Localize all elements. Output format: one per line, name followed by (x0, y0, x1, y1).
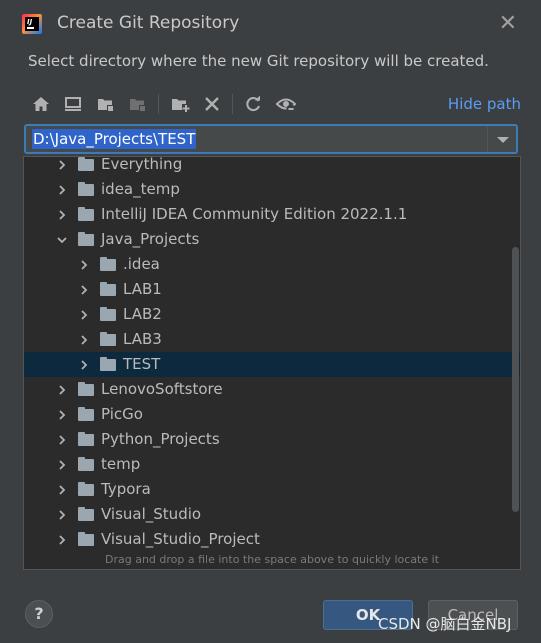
tree-row[interactable]: Visual_Studio_Project (24, 527, 520, 552)
chevron-right-icon[interactable] (77, 258, 91, 272)
hide-path-link[interactable]: Hide path (448, 95, 521, 113)
folder-icon (78, 532, 94, 546)
path-selected-text: D:\Java_Projects\TEST (32, 129, 197, 149)
chevron-right-icon[interactable] (55, 533, 69, 547)
tree-row-label: Typora (101, 480, 151, 498)
tree-row[interactable]: Python_Projects (24, 427, 520, 452)
tree-row[interactable]: PicGo (24, 402, 520, 427)
chevron-right-icon[interactable] (55, 408, 69, 422)
tree-row[interactable]: LAB2 (24, 302, 520, 327)
chevron-right-icon[interactable] (55, 208, 69, 222)
refresh-icon[interactable] (242, 93, 264, 115)
tree-row-label: Visual_Studio (101, 505, 202, 523)
path-combobox[interactable]: D:\Java_Projects\TEST (24, 124, 518, 154)
toolbar-separator (232, 94, 233, 114)
csdn-watermark: CSDN @脑白金NBJ (378, 615, 512, 633)
tree-row-label: TEST (123, 355, 161, 373)
chevron-right-icon[interactable] (55, 458, 69, 472)
tree-row[interactable]: TEST (24, 352, 520, 377)
folder-icon (78, 407, 94, 421)
tree-row[interactable]: IntelliJ IDEA Community Edition 2022.1.1 (24, 202, 520, 227)
chevron-right-icon[interactable] (77, 333, 91, 347)
chevron-right-icon[interactable] (77, 283, 91, 297)
folder-icon (100, 357, 116, 371)
new-folder-icon[interactable] (169, 93, 191, 115)
tree-row-label: LAB2 (123, 305, 162, 323)
folder-icon (100, 332, 116, 346)
tree-row-label: idea_temp (101, 180, 180, 198)
tree-row-label: IntelliJ IDEA Community Edition 2022.1.1 (101, 205, 408, 223)
tree-row[interactable]: temp (24, 452, 520, 477)
folder-icon (78, 207, 94, 221)
folder-icon (78, 157, 94, 171)
chevron-right-icon[interactable] (55, 183, 69, 197)
chevron-right-icon[interactable] (55, 508, 69, 522)
tree-row-label: temp (101, 455, 141, 473)
tree-scrollbar[interactable] (512, 247, 519, 512)
tree-row[interactable]: LenovoSoftstore (24, 377, 520, 402)
tree-row-label: PicGo (101, 405, 143, 423)
show-hidden-icon[interactable] (275, 93, 297, 115)
desktop-icon[interactable] (62, 93, 84, 115)
chevron-right-icon[interactable] (77, 358, 91, 372)
toolbar-separator (158, 94, 159, 114)
title-bar: IJ Create Git Repository ✕ (0, 0, 541, 46)
close-icon[interactable]: ✕ (499, 11, 517, 36)
tree-row[interactable]: LAB1 (24, 277, 520, 302)
intellij-app-icon: IJ (22, 14, 42, 34)
tree-row[interactable]: Visual_Studio (24, 502, 520, 527)
tree-row-label: LAB3 (123, 330, 162, 348)
folder-icon (100, 307, 116, 321)
folder-icon (78, 507, 94, 521)
tree-row-label: Visual_Studio_Project (101, 530, 260, 548)
folder-icon (78, 432, 94, 446)
folder-icon (78, 382, 94, 396)
tree-row-label: Everything (101, 156, 183, 173)
tree-row-label: Java_Projects (101, 230, 200, 248)
folder-icon (100, 257, 116, 271)
module-folder-icon[interactable] (127, 93, 149, 115)
chevron-down-icon[interactable] (55, 233, 69, 247)
tree-row-label: LAB1 (123, 280, 162, 298)
folder-icon (78, 457, 94, 471)
tree-row[interactable]: idea_temp (24, 177, 520, 202)
tree-row[interactable]: LAB3 (24, 327, 520, 352)
chevron-down-icon (497, 137, 509, 143)
tree-row-label: .idea (123, 255, 160, 273)
folder-icon (78, 482, 94, 496)
path-history-dropdown[interactable] (487, 126, 516, 152)
dialog-title: Create Git Repository (57, 13, 240, 33)
dialog-description: Select directory where the new Git repos… (28, 52, 489, 70)
chevron-right-icon[interactable] (55, 383, 69, 397)
directory-tree[interactable]: Everything idea_temp IntelliJ IDEA Communi… (23, 156, 521, 570)
folder-icon (78, 182, 94, 196)
tree-row-label: LenovoSoftstore (101, 380, 223, 398)
home-icon[interactable] (30, 93, 52, 115)
file-chooser-toolbar: Hide path (24, 91, 521, 117)
drag-drop-hint: Drag and drop a file into the space abov… (24, 553, 520, 569)
folder-icon (78, 232, 94, 246)
project-folder-icon[interactable] (95, 93, 117, 115)
tree-row[interactable]: Typora (24, 477, 520, 502)
chevron-right-icon[interactable] (55, 483, 69, 497)
chevron-right-icon[interactable] (55, 158, 69, 172)
delete-icon[interactable] (201, 93, 223, 115)
tree-row[interactable]: .idea (24, 252, 520, 277)
chevron-right-icon[interactable] (55, 433, 69, 447)
folder-icon (100, 282, 116, 296)
tree-row[interactable]: Java_Projects (24, 227, 520, 252)
tree-row-label: Python_Projects (101, 430, 220, 448)
help-button[interactable]: ? (25, 600, 53, 628)
tree-row[interactable]: Everything (24, 156, 520, 177)
chevron-right-icon[interactable] (77, 308, 91, 322)
